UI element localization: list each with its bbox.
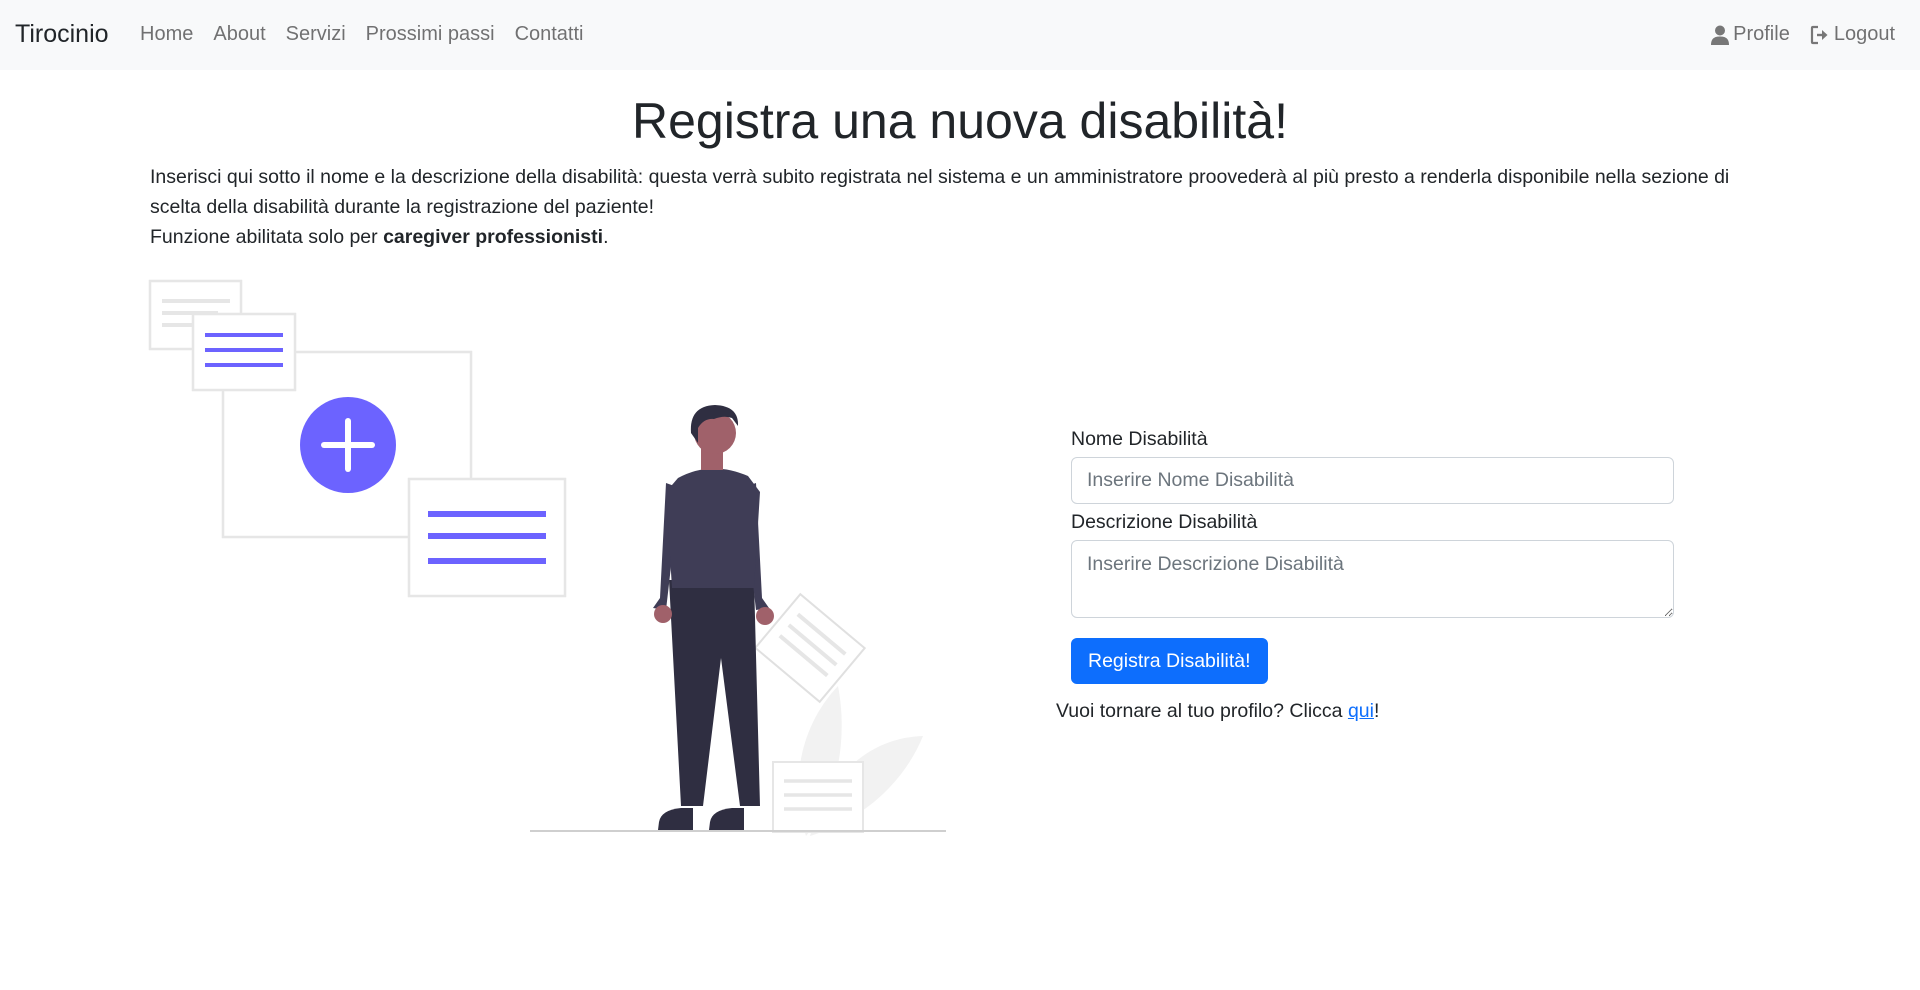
back-to-profile-text: Vuoi tornare al tuo profilo? Clicca qui! xyxy=(1056,700,1379,723)
page-title: Registra una nuova disabilità! xyxy=(632,93,1288,149)
intro-line2-bold: caregiver professionisti xyxy=(383,226,604,248)
name-label: Nome Disabilità xyxy=(1071,428,1208,450)
back-to-profile-link[interactable]: qui xyxy=(1348,700,1374,722)
user-icon xyxy=(1711,25,1730,45)
logout-icon xyxy=(1810,25,1828,44)
back-prefix: Vuoi tornare al tuo profilo? Clicca xyxy=(1056,700,1348,722)
description-label: Descrizione Disabilità xyxy=(1071,511,1258,533)
intro-line2-suffix: . xyxy=(603,226,609,248)
nav-right: Profile Logout xyxy=(1691,23,1895,46)
navbar-brand[interactable]: Tirocinio xyxy=(15,20,109,49)
intro-line2-prefix: Funzione abilitata solo per xyxy=(150,226,384,248)
register-disability-button[interactable]: Registra Disabilità! xyxy=(1071,638,1268,684)
nav-links: Home About Servizi Prossimi passi Contat… xyxy=(140,23,604,46)
intro-text: Inserisci qui sotto il nome e la descriz… xyxy=(150,166,1730,218)
add-document-illustration xyxy=(148,279,946,836)
navbar: Tirocinio Home About Servizi Prossimi pa… xyxy=(0,0,1920,70)
nav-link-about[interactable]: About xyxy=(213,23,265,46)
back-suffix: ! xyxy=(1373,700,1380,722)
nav-link-servizi[interactable]: Servizi xyxy=(286,23,346,46)
profile-label: Profile xyxy=(1733,23,1790,45)
intro-paragraph: Inserisci qui sotto il nome e la descriz… xyxy=(150,162,1780,252)
disability-form: Nome Disabilità Descrizione Disabilità R… xyxy=(1071,428,1674,684)
nav-link-home[interactable]: Home xyxy=(140,23,193,46)
logout-label: Logout xyxy=(1833,23,1895,45)
disability-description-textarea[interactable] xyxy=(1071,540,1674,618)
disability-name-input[interactable] xyxy=(1071,457,1674,504)
logout-link[interactable]: Logout xyxy=(1810,23,1895,46)
nav-link-prossimi-passi[interactable]: Prossimi passi xyxy=(366,23,495,46)
profile-link[interactable]: Profile xyxy=(1711,23,1790,46)
nav-link-contatti[interactable]: Contatti xyxy=(515,23,584,46)
